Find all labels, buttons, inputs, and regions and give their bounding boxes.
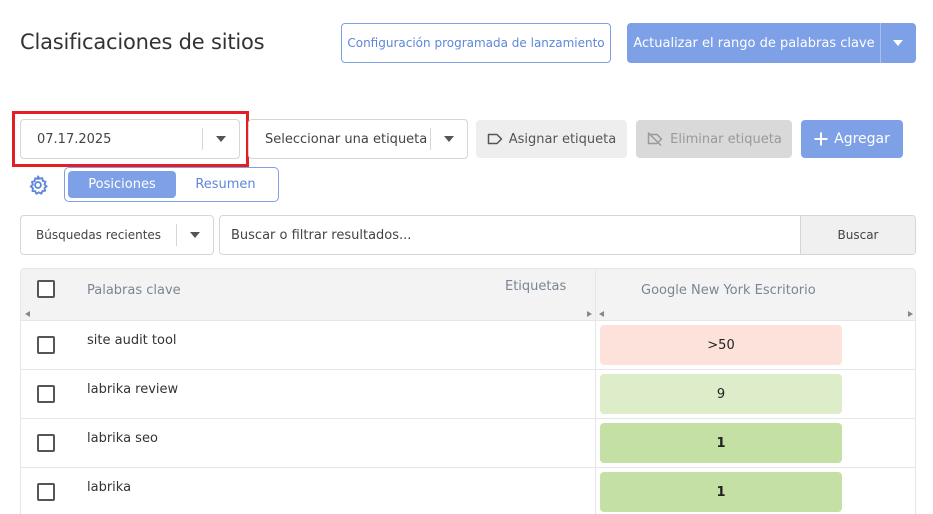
keyword-text: labrika review xyxy=(87,382,179,397)
chevron-down-icon xyxy=(893,40,903,46)
table-header: Palabras clave Etiquetas Google New York… xyxy=(21,269,915,321)
scroll-right-icon[interactable] xyxy=(587,311,592,317)
update-rank-button[interactable]: Actualizar el rango de palabras clave xyxy=(627,23,916,63)
position-cell: 1 xyxy=(600,423,842,463)
assign-tag-button[interactable]: Asignar etiqueta xyxy=(476,120,627,158)
tag-select-placeholder: Seleccionar una etiqueta xyxy=(265,131,428,147)
column-header-engine[interactable]: Google New York Escritorio xyxy=(641,283,816,298)
table-row: labrika 1 xyxy=(21,468,915,514)
search-bar: Buscar xyxy=(219,215,916,255)
position-cell: 9 xyxy=(600,374,842,414)
view-toggle: Posiciones Resumen xyxy=(64,167,279,202)
recent-dropdown-toggle[interactable] xyxy=(177,232,213,238)
keyword-text: labrika seo xyxy=(87,431,158,446)
keywords-table: Palabras clave Etiquetas Google New York… xyxy=(20,268,916,514)
column-divider xyxy=(595,269,596,514)
column-header-tags[interactable]: Etiquetas xyxy=(505,279,566,294)
assign-tag-label: Asignar etiqueta xyxy=(508,131,617,147)
tag-icon xyxy=(487,133,502,145)
search-button[interactable]: Buscar xyxy=(800,216,915,254)
row-checkbox[interactable] xyxy=(37,483,55,501)
column-header-keywords[interactable]: Palabras clave xyxy=(87,283,181,298)
position-cell: >50 xyxy=(600,325,842,365)
update-rank-dropdown-toggle[interactable] xyxy=(881,40,915,46)
scheduled-launch-button[interactable]: Configuración programada de lanzamiento xyxy=(341,23,611,63)
table-row: labrika seo 1 xyxy=(21,419,915,468)
tag-off-icon xyxy=(647,131,663,147)
position-cell: 1 xyxy=(600,472,842,512)
add-keyword-button[interactable]: Agregar xyxy=(801,120,903,158)
keyword-text: site audit tool xyxy=(87,333,177,348)
delete-tag-label: Eliminar etiqueta xyxy=(670,131,782,147)
chevron-down-icon xyxy=(190,232,200,238)
tag-select[interactable]: Seleccionar una etiqueta xyxy=(248,119,468,159)
page-title: Clasificaciones de sitios xyxy=(20,30,265,54)
keyword-text: labrika xyxy=(87,480,132,495)
table-row: labrika review 9 xyxy=(21,370,915,419)
date-select-highlight xyxy=(12,111,249,167)
update-rank-label: Actualizar el rango de palabras clave xyxy=(633,35,875,51)
scroll-left-icon[interactable] xyxy=(599,311,604,317)
search-input[interactable] xyxy=(220,216,800,254)
scroll-left-icon[interactable] xyxy=(25,311,30,317)
gear-icon[interactable] xyxy=(27,174,49,196)
tag-dropdown-toggle[interactable] xyxy=(431,136,467,142)
recent-searches-select[interactable]: Búsquedas recientes xyxy=(20,215,214,255)
tab-summary[interactable]: Resumen xyxy=(176,171,275,198)
add-label: Agregar xyxy=(834,131,890,147)
scroll-right-icon[interactable] xyxy=(908,311,913,317)
recent-searches-label: Búsquedas recientes xyxy=(36,228,162,242)
chevron-down-icon xyxy=(444,136,454,142)
row-checkbox[interactable] xyxy=(37,336,55,354)
delete-tag-button[interactable]: Eliminar etiqueta xyxy=(636,120,792,158)
tab-positions[interactable]: Posiciones xyxy=(68,171,176,198)
table-row: site audit tool >50 xyxy=(21,321,915,370)
plus-icon xyxy=(814,132,828,146)
row-checkbox[interactable] xyxy=(37,434,55,452)
select-all-checkbox[interactable] xyxy=(37,280,55,298)
row-checkbox[interactable] xyxy=(37,385,55,403)
